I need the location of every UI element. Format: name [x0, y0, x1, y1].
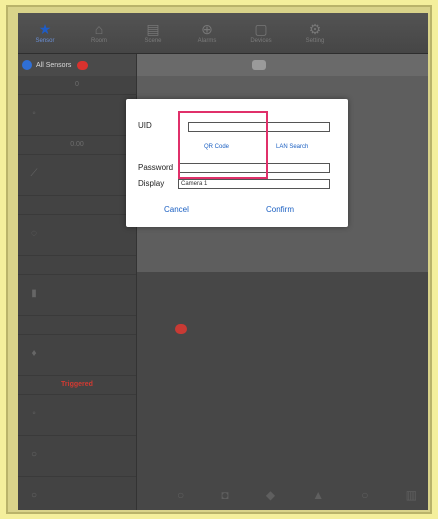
snapshot-icon[interactable]: ◘	[221, 488, 228, 502]
sensor-item[interactable]: ◦	[18, 395, 136, 436]
alert-badge	[77, 60, 89, 70]
sensor-value	[18, 256, 136, 275]
tab-setting[interactable]: ⚙ Setting	[288, 13, 342, 53]
settings-icon: ⚙	[308, 21, 322, 37]
sensor-value: 0.00	[18, 136, 136, 155]
plug-icon: ◦	[32, 108, 36, 119]
sensor-item[interactable]: ♦	[18, 335, 136, 376]
sensor-triggered-value: Triggered	[18, 376, 136, 395]
tab-label: Scene	[144, 38, 162, 44]
confirm-button[interactable]: Confirm	[266, 205, 294, 214]
ptz-icon[interactable]: ○	[177, 488, 184, 502]
password-label: Password	[138, 163, 174, 172]
app-window: ★ Sensor ⌂ Room ▤ Scene ⊕ Alarms ▢ Devic…	[18, 13, 428, 510]
door-icon: ▮	[31, 288, 37, 299]
star-icon: ★	[38, 21, 52, 37]
sensor-group-icon	[22, 60, 32, 70]
meter-icon: ○	[30, 490, 38, 501]
sensor-value: 0	[18, 76, 136, 95]
camera-icon[interactable]	[252, 60, 266, 70]
tab-alarms[interactable]: ⊕ Alarms	[180, 13, 234, 53]
sensor-item[interactable]: ◌	[18, 215, 136, 256]
sensor-item[interactable]: ⟋	[18, 155, 136, 196]
lan-search-link[interactable]: LAN Search	[276, 144, 308, 150]
tab-label: Room	[90, 38, 107, 44]
sensor-value	[18, 196, 136, 215]
cancel-button[interactable]: Cancel	[164, 205, 189, 214]
settings-icon[interactable]: ○	[361, 488, 368, 502]
devices-icon: ▢	[254, 21, 268, 37]
sensor-item[interactable]: ○	[18, 477, 136, 510]
sensor-item[interactable]: ◦	[18, 95, 136, 136]
tab-devices[interactable]: ▢ Devices	[234, 13, 288, 53]
sensor-item[interactable]: ▮	[18, 275, 136, 316]
alarm-icon: ⊕	[201, 21, 213, 37]
camera-controls: ○ ◘ ◆ ▲ ○ ▥	[177, 488, 417, 502]
uid-input[interactable]	[188, 122, 330, 132]
home-icon: ⌂	[94, 21, 104, 37]
thermometer-icon: ⟋	[30, 168, 38, 179]
sensor-item[interactable]: ○	[18, 436, 136, 477]
tab-sensor[interactable]: ★ Sensor	[18, 13, 72, 53]
camera-info	[175, 324, 187, 340]
speaker-icon[interactable]: ◆	[266, 488, 275, 502]
tab-label: Alarms	[197, 38, 217, 44]
uid-label: UID	[138, 121, 152, 130]
sensor-sidebar: All Sensors 0 ◦ 0.00 ⟋ ◌ ▮ ♦ Triggered ◦…	[18, 54, 137, 510]
motion-icon: ◌	[31, 228, 37, 239]
status-dot	[175, 324, 187, 334]
tab-label: Sensor	[35, 38, 55, 44]
qr-code-link[interactable]: QR Code	[204, 144, 229, 150]
tab-label: Devices	[250, 38, 272, 44]
plug-icon: ◦	[32, 408, 36, 419]
pir-icon: ♦	[31, 348, 37, 359]
display-name-input[interactable]: Camera 1	[178, 179, 330, 189]
tab-room[interactable]: ⌂ Room	[72, 13, 126, 53]
screenshot-frame: ★ Sensor ⌂ Room ▤ Scene ⊕ Alarms ▢ Devic…	[6, 5, 432, 514]
all-sensors-header[interactable]: All Sensors	[18, 54, 136, 76]
add-camera-dialog: UID QR Code LAN Search Password Display …	[126, 99, 348, 227]
delete-icon[interactable]: ▥	[406, 488, 417, 502]
tab-scene[interactable]: ▤ Scene	[126, 13, 180, 53]
meter-icon: ○	[30, 449, 38, 460]
all-sensors-label: All Sensors	[36, 61, 72, 69]
sensor-value	[18, 316, 136, 335]
top-tab-bar: ★ Sensor ⌂ Room ▤ Scene ⊕ Alarms ▢ Devic…	[18, 13, 428, 54]
lock-icon[interactable]: ▲	[312, 488, 324, 502]
preview-toolbar	[137, 54, 428, 76]
tab-label: Setting	[305, 38, 325, 44]
display-label: Display	[138, 179, 165, 188]
password-input[interactable]	[178, 163, 330, 173]
scene-icon: ▤	[146, 21, 160, 37]
